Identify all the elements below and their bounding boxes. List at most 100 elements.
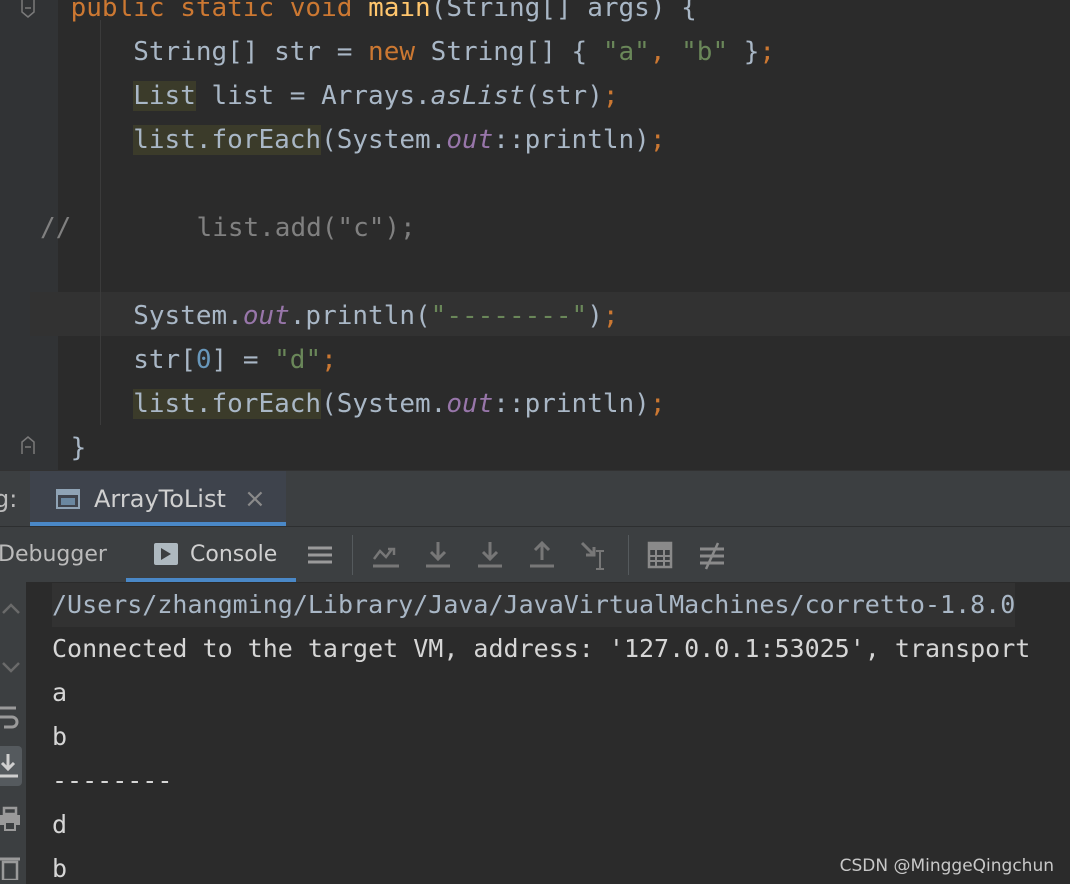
toolbar-separator (352, 535, 353, 575)
code-token: asList (430, 81, 525, 111)
code-token: ::println) (493, 125, 650, 155)
chevron-up-icon[interactable] (0, 596, 22, 622)
console-command-line: /Users/zhangming/Library/Java/JavaVirtua… (52, 583, 1016, 627)
console-line: a (52, 678, 68, 707)
run-to-cursor-icon[interactable] (578, 539, 610, 571)
code-token: public (70, 0, 165, 23)
code-line: public static void main(String[] args) { (8, 0, 697, 30)
chevron-down-icon[interactable] (0, 654, 22, 680)
code-token: "--------" (430, 301, 588, 331)
code-line: list.forEach(System.out::println); (8, 118, 665, 162)
code-token: String[] { (415, 37, 603, 67)
debugger-toolbar: Debugger Console (0, 526, 1070, 583)
toolwindow-label: g: (0, 485, 18, 513)
code-line: List list = Arrays.asList(str); (8, 74, 619, 118)
code-token: // (40, 213, 72, 243)
tab-console-label: Console (190, 542, 278, 567)
code-token: ; (602, 81, 619, 111)
code-token: (System. (321, 389, 447, 419)
code-token: "a" (602, 37, 650, 67)
print-icon[interactable] (0, 806, 22, 832)
console-line: Connected to the target VM, address: '12… (52, 634, 1031, 663)
app-window-icon (56, 489, 80, 509)
code-line: list.forEach(System.out::println); (8, 382, 665, 426)
code-token: System. (133, 301, 243, 331)
soft-wrap-icon[interactable] (0, 704, 22, 730)
code-token: } (728, 37, 760, 67)
code-token: String[] str = (133, 37, 369, 67)
code-line: System.out.println("--------"); (8, 294, 619, 338)
step-into-icon[interactable] (474, 539, 506, 571)
run-config-tab-label: ArrayToList (94, 485, 226, 513)
code-token: (String[] args) { (430, 0, 697, 23)
close-icon[interactable]: × (244, 471, 266, 527)
console-line: b (52, 854, 68, 883)
code-token: "d" (274, 345, 322, 375)
code-token: list.forEach (133, 125, 322, 155)
code-token: ] = (211, 345, 275, 375)
console-icon (154, 543, 178, 565)
code-token: ; (649, 389, 666, 419)
code-token: (str) (524, 81, 603, 111)
console-side-toolbar (0, 582, 26, 884)
scroll-to-end-toggle[interactable] (0, 746, 22, 786)
console-line: d (52, 810, 68, 839)
code-token: ; (321, 345, 337, 375)
code-line: // list.add("c"); (40, 206, 416, 250)
scroll-to-end-icon (0, 754, 18, 778)
watermark: CSDN @MinggeQingchun (839, 856, 1054, 876)
tab-console[interactable]: Console (126, 527, 296, 583)
tab-debugger[interactable]: Debugger (0, 527, 107, 583)
console-line: b (52, 722, 68, 751)
code-line: String[] str = new String[] { "a", "b" }… (8, 30, 775, 74)
run-config-tab[interactable]: ArrayToList × (30, 471, 286, 527)
code-token: "b" (681, 37, 729, 67)
step-over-icon[interactable] (422, 539, 454, 571)
code-token: ; (759, 37, 776, 67)
code-token: out (242, 301, 290, 331)
code-token: main (368, 0, 431, 23)
code-token: } (8, 433, 87, 463)
code-editor[interactable]: public static void main(String[] args) {… (0, 0, 1070, 470)
trash-icon[interactable] (0, 854, 22, 880)
show-execution-point-icon[interactable] (370, 539, 402, 571)
code-token: void (289, 0, 353, 23)
code-line: } (8, 426, 87, 470)
code-token: out (446, 389, 494, 419)
code-token: ; (602, 301, 619, 331)
code-token: str[ (133, 345, 196, 375)
evaluate-expression-icon[interactable] (644, 539, 676, 571)
code-token: static (180, 0, 275, 23)
code-token: out (446, 125, 494, 155)
code-token: .println( (289, 301, 431, 331)
console-output[interactable]: /Users/zhangming/Library/Java/JavaVirtua… (0, 582, 1070, 884)
trace-stream-icon[interactable] (696, 539, 728, 571)
code-token: List (133, 81, 196, 111)
step-out-icon[interactable] (526, 539, 558, 571)
code-token: 0 (195, 345, 212, 375)
code-token: (System. (321, 125, 447, 155)
code-token: list.add("c"); (71, 213, 416, 243)
layout-menu-icon[interactable] (304, 539, 336, 571)
code-token: ) (587, 301, 603, 331)
console-line: -------- (52, 766, 173, 795)
toolbar-separator (628, 535, 629, 575)
debug-toolwindow-tabbar: g: ArrayToList × (0, 470, 1070, 527)
code-token: list = Arrays. (195, 81, 431, 111)
code-token: new (368, 37, 416, 67)
code-line: str[0] = "d"; (8, 338, 337, 382)
code-token: ::println) (493, 389, 650, 419)
code-token: , (649, 37, 682, 67)
code-token: list.forEach (133, 389, 322, 419)
code-token: ; (649, 125, 666, 155)
